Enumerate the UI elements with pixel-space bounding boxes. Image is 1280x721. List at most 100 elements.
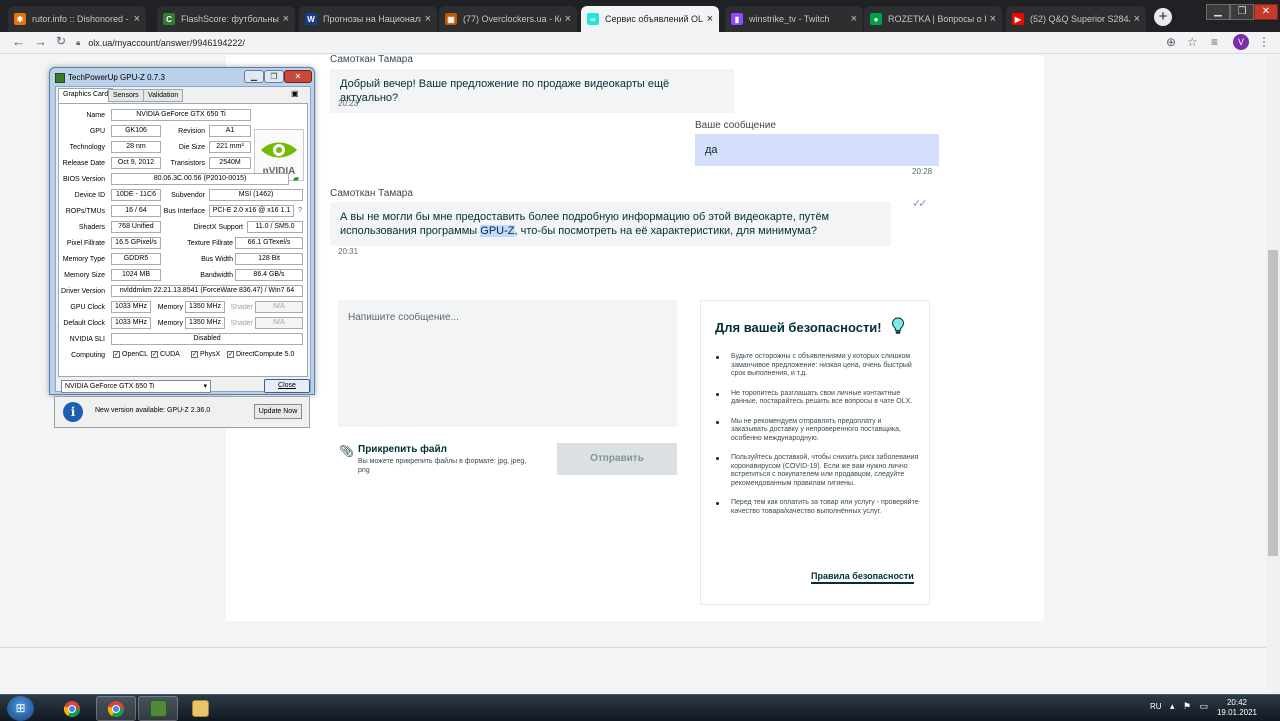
tab-favicon-icon: ∞ — [587, 13, 599, 25]
computing-checkbox[interactable]: ✓ OpenCL — [113, 351, 148, 358]
field-label: DirectX Support — [193, 224, 243, 231]
bookmark-star-icon[interactable]: ☆ — [1187, 35, 1198, 49]
tab-5[interactable]: ∞ Сервис объявлений OLX: сі × — [581, 6, 719, 32]
field-label: Bandwidth — [200, 272, 233, 279]
taskbar-clock[interactable]: 20:42 19.01.2021 — [1216, 698, 1258, 718]
tab-title: (52) Q&Q Superior S284J21 — [1030, 14, 1130, 24]
tab-close-icon[interactable]: × — [1134, 13, 1140, 25]
field-value: 66.1 GTexel/s — [235, 237, 303, 249]
minimize-icon[interactable]: ▁ — [1206, 4, 1230, 20]
tab-3[interactable]: W Прогнозы на Национальну × — [299, 6, 437, 32]
tray-icons[interactable]: ▴ ⚑ ▭ — [1170, 701, 1211, 712]
reload-icon[interactable]: ↻ — [56, 34, 66, 48]
page-scrollbar[interactable] — [1266, 55, 1280, 694]
checkbox-check-icon: ✓ — [151, 351, 158, 358]
paperclip-icon[interactable]: 📎︎ — [339, 444, 354, 458]
browser-tab-strip: ✱ rutor.info :: Dishonored - Ga × C FlashSco… — [0, 0, 1280, 32]
message-sender: Самоткан Тамара — [330, 54, 413, 65]
tab-close-icon[interactable]: × — [283, 13, 289, 25]
field-label: Technology — [69, 144, 105, 151]
tab-close-icon[interactable]: × — [707, 13, 713, 25]
gpuz-maximize-icon[interactable]: ❐ — [264, 70, 284, 83]
start-button[interactable]: ⊞ — [7, 696, 34, 721]
tab-8[interactable]: ▶ (52) Q&Q Superior S284J21 × — [1006, 6, 1146, 32]
keyboard-language[interactable]: RU — [1150, 702, 1162, 711]
taskbar-chrome-active-icon[interactable] — [96, 696, 136, 721]
tab-title: rutor.info :: Dishonored - Ga — [32, 14, 130, 24]
tab-title: Прогнозы на Национальну — [323, 14, 421, 24]
computing-checkbox[interactable]: ✓ CUDA — [151, 351, 180, 358]
forward-icon[interactable]: → — [34, 34, 47, 49]
field-value: nvlddmkm 22.21.13.8541 (ForceWare 836.47… — [111, 285, 303, 297]
tab-title: FlashScore: футбольные ма — [181, 14, 279, 24]
gpuz-close-icon[interactable]: ✕ — [284, 70, 312, 83]
camera-icon[interactable]: ▣ — [291, 89, 299, 98]
highlighted-text: GPU-Z — [480, 225, 515, 237]
message-input[interactable]: Напишите сообщение... — [338, 300, 677, 427]
taskbar-chrome-icon[interactable] — [52, 696, 92, 721]
tab-6[interactable]: ▮ winstrike_tv - Twitch × — [725, 6, 863, 32]
tab-close-icon[interactable]: × — [134, 13, 140, 25]
chevron-down-icon: ▾ — [203, 383, 207, 390]
tab-close-icon[interactable]: × — [565, 13, 571, 25]
clock-time: 20:42 — [1226, 698, 1248, 707]
field-label: Transistors — [170, 160, 205, 167]
tab-7[interactable]: ● ROZETKA | Вопросы о Нар × — [864, 6, 1002, 32]
field-label: Computing — [71, 352, 105, 359]
safety-rules-link[interactable]: Правила безопасности — [811, 571, 914, 584]
field-label: Memory Size — [64, 272, 105, 279]
bus-help-icon[interactable]: ? — [298, 207, 306, 214]
gpuz-tab-validation[interactable]: Validation — [143, 89, 184, 102]
tab-title: winstrike_tv - Twitch — [749, 14, 830, 24]
gpuz-window-title: TechPowerUp GPU-Z 0.7.3 — [68, 73, 165, 82]
send-button[interactable]: Отправить — [557, 443, 677, 475]
close-window-icon[interactable]: ✕ — [1254, 4, 1278, 20]
desktop-screen: ✱ rutor.info :: Dishonored - Ga × C FlashSco… — [0, 0, 1280, 721]
taskbar-explorer-icon[interactable] — [180, 696, 220, 721]
tab-favicon-icon: ● — [870, 13, 882, 25]
address-bar[interactable]: 🔒︎ olx.ua/myaccount/answer/9946194222/ — [76, 33, 1156, 52]
tab-close-icon[interactable]: × — [851, 13, 857, 25]
field-value: 1350 MHz — [185, 301, 225, 313]
field-value: N/A — [255, 301, 303, 313]
computing-checkbox[interactable]: ✓ PhysX — [191, 351, 220, 358]
back-icon[interactable]: ← — [12, 34, 25, 49]
gpuz-close-button[interactable]: Close — [264, 379, 310, 393]
update-now-button[interactable]: Update Now — [254, 404, 302, 419]
safety-tip: Не торопитесь разглашать свои личные кон… — [715, 390, 919, 407]
tab-4[interactable]: ▣ (77) Overclockers.ua - Конф × — [439, 6, 577, 32]
profile-avatar[interactable]: V — [1233, 34, 1249, 50]
incoming-message: Добрый вечер! Ваше предложение по продаж… — [330, 69, 734, 113]
tab-1[interactable]: ✱ rutor.info :: Dishonored - Ga × — [8, 6, 146, 32]
install-app-icon[interactable]: ⊕ — [1166, 35, 1176, 49]
gpuz-tab-graphics-card[interactable]: Graphics Card — [58, 88, 114, 103]
field-label: Memory — [157, 304, 183, 311]
scrollbar-thumb[interactable] — [1268, 250, 1278, 556]
safety-tip: Будьте осторожны с объявлениями у которы… — [715, 353, 919, 379]
field-label: Name — [86, 112, 105, 119]
field-value: 128 Bit — [235, 253, 303, 265]
tab-close-icon[interactable]: × — [425, 13, 431, 25]
field-label: Revision — [178, 128, 205, 135]
maximize-icon[interactable]: ❐ — [1230, 4, 1254, 20]
field-value: 1033 MHz — [111, 317, 151, 329]
gpu-select-dropdown[interactable]: NVIDIA GeForce GTX 650 Ti ▾ — [61, 380, 211, 393]
gpuz-app-icon — [55, 73, 65, 83]
tab-2[interactable]: C FlashScore: футбольные ма × — [157, 6, 295, 32]
field-value: 28 nm — [111, 141, 161, 153]
taskbar-gpuz-icon[interactable] — [138, 696, 178, 721]
gpuz-tab-sensors[interactable]: Sensors — [108, 89, 144, 102]
checkbox-check-icon: ✓ — [191, 351, 198, 358]
safety-tip: Пользуйтесь доставкой, чтобы снизить рис… — [715, 454, 919, 488]
reading-list-icon[interactable]: ≡ — [1211, 35, 1218, 49]
tab-close-icon[interactable]: × — [990, 13, 996, 25]
attach-file-link[interactable]: Прикрепить файл — [358, 444, 447, 455]
computing-checkbox[interactable]: ✓ DirectCompute 5.0 — [227, 351, 294, 358]
field-label: Shader — [230, 320, 253, 327]
message-time: 20:28 — [912, 167, 933, 176]
new-tab-button[interactable]: + — [1154, 8, 1172, 26]
menu-dots-icon[interactable]: ⋮ — [1258, 35, 1270, 49]
url-text: olx.ua/myaccount/answer/9946194222/ — [88, 37, 245, 48]
gpuz-minimize-icon[interactable]: ▁ — [244, 70, 264, 83]
field-label: Bus Width — [201, 256, 233, 263]
